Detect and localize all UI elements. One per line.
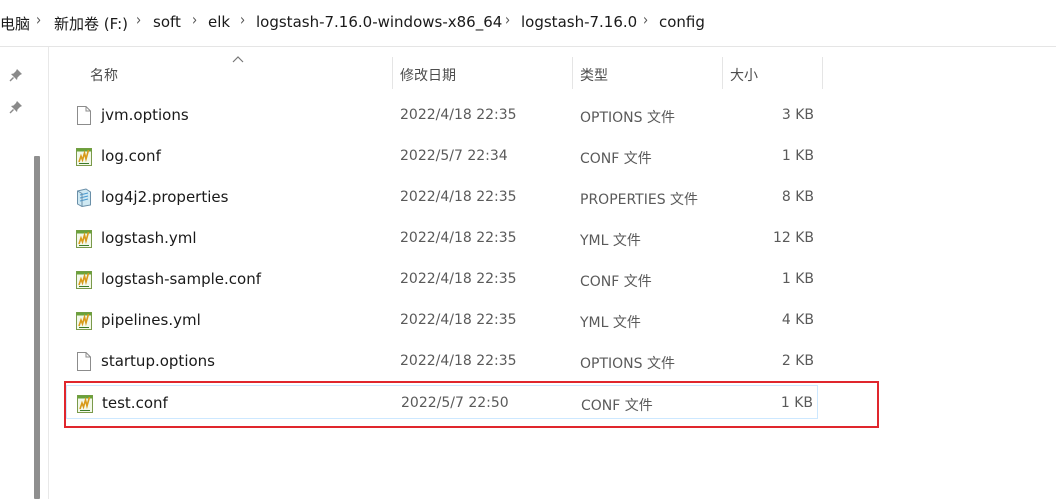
column-header-size-label: 大小	[730, 68, 758, 84]
file-row[interactable]: log4j2.properties 2022/4/18 22:35 PROPERTI…	[66, 180, 818, 214]
breadcrumb-item-config[interactable]: config	[659, 13, 705, 31]
file-row[interactable]: log.conf 2022/5/7 22:34 CONF 文件 1 KB	[66, 139, 818, 173]
file-type: OPTIONS 文件	[580, 356, 675, 372]
file-modified-date: 2022/4/18 22:35	[400, 353, 517, 369]
file-name: logstash.yml	[101, 229, 197, 247]
column-header-name[interactable]: 名称	[66, 57, 392, 89]
file-size: 1 KB	[781, 271, 814, 287]
file-type: PROPERTIES 文件	[580, 192, 699, 208]
breadcrumb-chevron-icon[interactable]: ›	[505, 11, 510, 30]
generic-file-icon	[76, 352, 92, 371]
file-modified-date: 2022/4/18 22:35	[400, 312, 517, 328]
text-editor-file-icon	[76, 229, 92, 248]
navigation-pane	[0, 47, 49, 499]
vertical-scrollbar[interactable]	[34, 156, 40, 499]
file-size: 4 KB	[781, 312, 814, 328]
file-row[interactable]: startup.options 2022/4/18 22:35 OPTIONS 文件…	[66, 344, 818, 378]
file-row[interactable]: logstash-sample.conf 2022/4/18 22:35 CONF …	[66, 262, 818, 296]
breadcrumb-item-computer[interactable]: 电脑	[0, 13, 30, 34]
breadcrumb-item-logstash[interactable]: logstash-7.16.0	[521, 13, 637, 31]
file-name: log4j2.properties	[101, 188, 229, 206]
file-name: pipelines.yml	[101, 311, 201, 329]
file-type: OPTIONS 文件	[580, 110, 675, 126]
properties-file-icon	[76, 188, 92, 208]
text-editor-file-icon	[76, 147, 92, 166]
column-header-modified-label: 修改日期	[400, 68, 456, 84]
file-name: jvm.options	[101, 106, 189, 124]
file-modified-date: 2022/5/7 22:34	[400, 148, 508, 164]
file-type: YML 文件	[580, 233, 641, 249]
file-type: YML 文件	[580, 315, 641, 331]
breadcrumb-item-drive[interactable]: 新加卷 (F:)	[54, 13, 128, 34]
pin-icon[interactable]	[9, 100, 23, 114]
generic-file-icon	[76, 106, 92, 125]
file-modified-date: 2022/4/18 22:35	[400, 271, 517, 287]
breadcrumb-chevron-icon[interactable]: ›	[192, 11, 197, 30]
text-editor-file-icon	[76, 311, 92, 330]
column-header-type-label: 类型	[580, 68, 608, 84]
highlight-box	[64, 381, 879, 428]
file-size: 1 KB	[781, 148, 814, 164]
pin-icon[interactable]	[9, 68, 23, 82]
file-row[interactable]: logstash.yml 2022/4/18 22:35 YML 文件 12 KB	[66, 221, 818, 255]
file-modified-date: 2022/4/18 22:35	[400, 230, 517, 246]
breadcrumb-chevron-icon[interactable]: ›	[136, 11, 141, 30]
breadcrumb-item-elk[interactable]: elk	[208, 13, 230, 31]
file-modified-date: 2022/4/18 22:35	[400, 107, 517, 123]
breadcrumb-chevron-icon[interactable]: ›	[240, 11, 245, 30]
file-size: 8 KB	[781, 189, 814, 205]
file-size: 2 KB	[781, 353, 814, 369]
column-header-name-label: 名称	[90, 68, 118, 84]
file-name: logstash-sample.conf	[101, 270, 262, 288]
breadcrumb-chevron-icon[interactable]: ›	[643, 11, 648, 30]
file-row[interactable]: jvm.options 2022/4/18 22:35 OPTIONS 文件 3 KB	[66, 98, 818, 132]
address-bar: 电脑 › 新加卷 (F:) › soft › elk › logstash-7.…	[0, 0, 1056, 47]
breadcrumb-chevron-icon[interactable]: ›	[36, 11, 41, 30]
file-type: CONF 文件	[580, 151, 652, 167]
column-divider[interactable]	[822, 57, 823, 89]
file-type: CONF 文件	[580, 274, 652, 290]
breadcrumb-item-soft[interactable]: soft	[153, 13, 181, 31]
text-editor-file-icon	[76, 270, 92, 289]
file-size: 3 KB	[781, 107, 814, 123]
file-name: log.conf	[101, 147, 161, 165]
column-header-type[interactable]: 类型	[573, 57, 721, 89]
file-row[interactable]: pipelines.yml 2022/4/18 22:35 YML 文件 4 KB	[66, 303, 818, 337]
column-header-modified[interactable]: 修改日期	[393, 57, 571, 89]
column-header-size[interactable]: 大小	[723, 57, 821, 89]
breadcrumb-item-logstash-windows[interactable]: logstash-7.16.0-windows-x86_64	[256, 13, 502, 31]
file-modified-date: 2022/4/18 22:35	[400, 189, 517, 205]
file-name: startup.options	[101, 352, 215, 370]
file-size: 12 KB	[772, 230, 814, 246]
